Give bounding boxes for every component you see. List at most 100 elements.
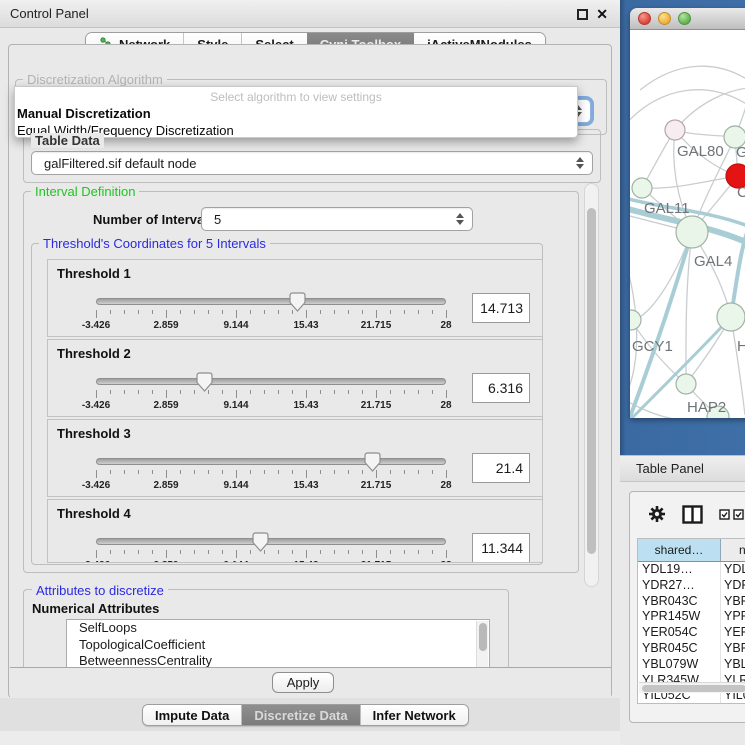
table-data-combobox[interactable]: galFiltered.sif default node [31, 151, 593, 175]
table-horizontal-scrollbar[interactable] [639, 682, 745, 693]
slider-track[interactable] [96, 298, 446, 305]
split-columns-icon[interactable] [682, 505, 703, 524]
tick-mark [250, 310, 251, 314]
tick-mark [96, 550, 97, 558]
num-intervals-value: 5 [214, 212, 221, 227]
tick-mark [194, 390, 195, 394]
cell-name[interactable]: YBL0 [721, 657, 745, 673]
cell-name[interactable]: YDR2 [721, 578, 745, 594]
attributes-scrollbar-thumb[interactable] [479, 623, 487, 651]
tab-discretize-data[interactable]: Discretize Data [241, 705, 359, 725]
cell-shared-name[interactable]: YDL19… [638, 562, 721, 578]
column-header-name[interactable]: n [721, 539, 745, 561]
cell-shared-name[interactable]: YBL079W [638, 657, 721, 673]
threshold-value-box[interactable]: 14.713 [472, 293, 530, 323]
network-canvas[interactable]: GAL80GACGAL11GAL4GCY1HHAP2 [630, 30, 745, 418]
cell-shared-name[interactable]: YPR145W [638, 609, 721, 625]
slider-track[interactable] [96, 458, 446, 465]
tick-label: 2.859 [153, 560, 178, 563]
algorithm-dropdown-popup: Select algorithm to view settings Manual… [14, 86, 578, 138]
slider-track[interactable] [96, 378, 446, 385]
slider-thumb[interactable] [252, 532, 269, 552]
table-data-combobox-value: galFiltered.sif default node [44, 156, 196, 171]
node-label: GAL4 [694, 253, 732, 270]
tab-infer-network[interactable]: Infer Network [360, 705, 468, 725]
table-row[interactable]: YBR045CYBR0 [638, 641, 745, 657]
node-gcy1[interactable] [630, 310, 641, 330]
num-intervals-combobox[interactable]: 5 [201, 207, 473, 231]
tick-label: 15.43 [293, 480, 318, 491]
tick-mark [292, 550, 293, 554]
threshold-value-box[interactable]: 6.316 [472, 373, 530, 403]
tick-mark [376, 470, 377, 478]
slider-thumb[interactable] [196, 372, 213, 392]
tick-mark [278, 550, 279, 554]
tick-mark [446, 470, 447, 478]
column-header-shared-name[interactable]: shared… [638, 539, 721, 561]
table-row[interactable]: YBL079WYBL0 [638, 657, 745, 673]
tick-mark [124, 470, 125, 474]
table-panel-title: Table Panel [636, 461, 704, 476]
table-row[interactable]: YER054CYER0 [638, 625, 745, 641]
checkbox-checked-icon[interactable] [733, 509, 744, 520]
tick-label: 9.144 [223, 400, 248, 411]
apply-button[interactable]: Apply [272, 672, 334, 693]
cell-name[interactable]: YDL1 [721, 562, 745, 578]
attributes-scrollbar[interactable] [476, 621, 488, 668]
node-hap2[interactable] [676, 374, 696, 394]
table-row[interactable]: YPR145WYPR1 [638, 609, 745, 625]
table-row[interactable]: YBR043CYBR0 [638, 594, 745, 610]
numerical-attributes-list[interactable]: SelfLoopsTopologicalCoefficientBetweenne… [66, 619, 490, 668]
node-label: GAL11 [644, 200, 690, 217]
threshold-value-box[interactable]: 21.4 [472, 453, 530, 483]
node-gal4[interactable] [676, 216, 708, 248]
node-gal11[interactable] [632, 178, 652, 198]
cell-shared-name[interactable]: YDR27… [638, 578, 721, 594]
float-window-icon[interactable] [577, 9, 588, 20]
tick-mark [250, 470, 251, 474]
tick-label: -3.426 [82, 480, 110, 491]
tick-mark [124, 550, 125, 554]
checkbox-checked-icon[interactable] [719, 509, 730, 520]
node-right-big[interactable] [717, 303, 745, 331]
cell-shared-name[interactable]: YBR045C [638, 641, 721, 657]
table-panel: shared… n YDL19…YDL1YDR27…YDR2YBR043CYBR… [629, 491, 745, 723]
tick-mark [222, 310, 223, 314]
tab-impute-data[interactable]: Impute Data [143, 705, 241, 725]
table-row[interactable]: YDR27…YDR2 [638, 578, 745, 594]
cell-name[interactable]: YPR1 [721, 609, 745, 625]
cell-name[interactable]: YBR0 [721, 641, 745, 657]
tick-mark [418, 390, 419, 394]
cell-shared-name[interactable]: YER054C [638, 625, 721, 641]
close-traffic-light-icon[interactable] [638, 12, 651, 25]
node-pink[interactable] [665, 120, 685, 140]
minimize-traffic-light-icon[interactable] [658, 12, 671, 25]
attribute-list-item[interactable]: BetweennessCentrality [67, 653, 489, 668]
tick-mark [166, 310, 167, 318]
slider-thumb[interactable] [364, 452, 381, 472]
cell-name[interactable]: YER0 [721, 625, 745, 641]
tick-mark [362, 470, 363, 474]
network-edge[interactable] [630, 90, 745, 125]
settings-vertical-scrollbar[interactable] [584, 183, 599, 587]
close-icon[interactable]: ✕ [596, 7, 608, 21]
network-edge[interactable] [640, 66, 745, 90]
zoom-traffic-light-icon[interactable] [678, 12, 691, 25]
cell-shared-name[interactable]: YBR043C [638, 594, 721, 610]
table-row[interactable]: YDL19…YDL1 [638, 562, 745, 578]
dropdown-option-manual[interactable]: Manual Discretization [15, 104, 577, 121]
attribute-list-item[interactable]: SelfLoops [67, 620, 489, 637]
attribute-list-item[interactable]: TopologicalCoefficient [67, 637, 489, 654]
cell-name[interactable]: YBR0 [721, 594, 745, 610]
table-scrollbar-thumb[interactable] [642, 685, 745, 692]
network-edge[interactable] [642, 176, 738, 188]
network-edge[interactable] [675, 88, 745, 130]
network-edge[interactable] [731, 317, 745, 415]
slider-thumb[interactable] [289, 292, 306, 312]
threshold-value-box[interactable]: 11.344 [472, 533, 530, 563]
settings-scrollbar-thumb[interactable] [587, 208, 596, 554]
tick-mark [180, 390, 181, 394]
gear-icon[interactable] [648, 505, 666, 523]
slider-track[interactable] [96, 538, 446, 545]
table-panel-titlebar: Table Panel [620, 455, 745, 482]
